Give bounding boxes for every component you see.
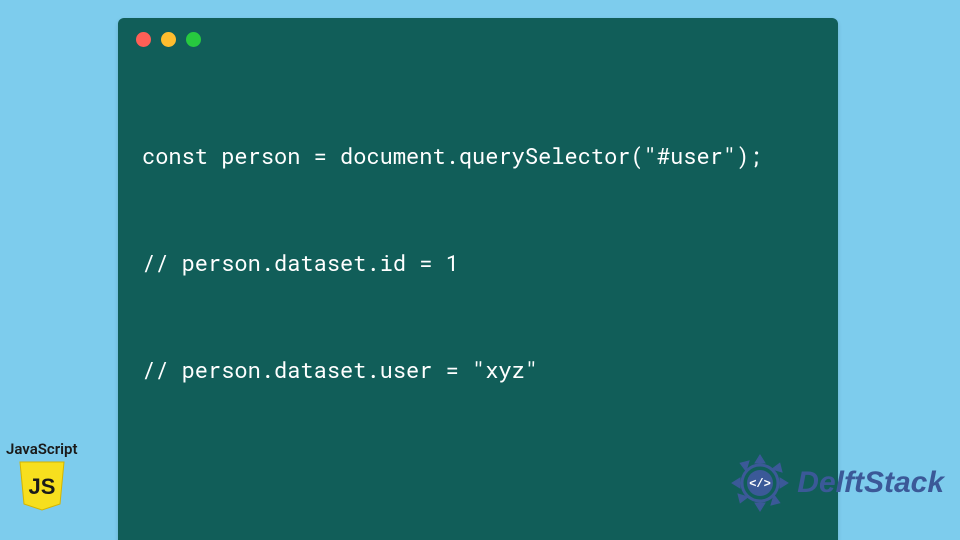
code-line: const person = document.querySelector("#… (142, 138, 814, 174)
maximize-icon (186, 32, 201, 47)
code-line: // person.dataset.id = 1 (142, 245, 814, 281)
minimize-icon (161, 32, 176, 47)
javascript-badge: JavaScript JS (6, 440, 78, 512)
delftstack-mark-icon: </> (729, 452, 791, 514)
code-line: // person.dataset.user = "xyz" (142, 352, 814, 388)
svg-text:</>: </> (749, 477, 771, 491)
javascript-label: JavaScript (6, 440, 78, 458)
window-titlebar (118, 18, 838, 49)
code-line (142, 459, 814, 481)
close-icon (136, 32, 151, 47)
svg-text:JS: JS (28, 474, 55, 499)
delftstack-logo: </> DelftStack (729, 452, 944, 514)
javascript-shield-icon: JS (18, 460, 66, 512)
delftstack-name: DelftStack (797, 466, 944, 500)
